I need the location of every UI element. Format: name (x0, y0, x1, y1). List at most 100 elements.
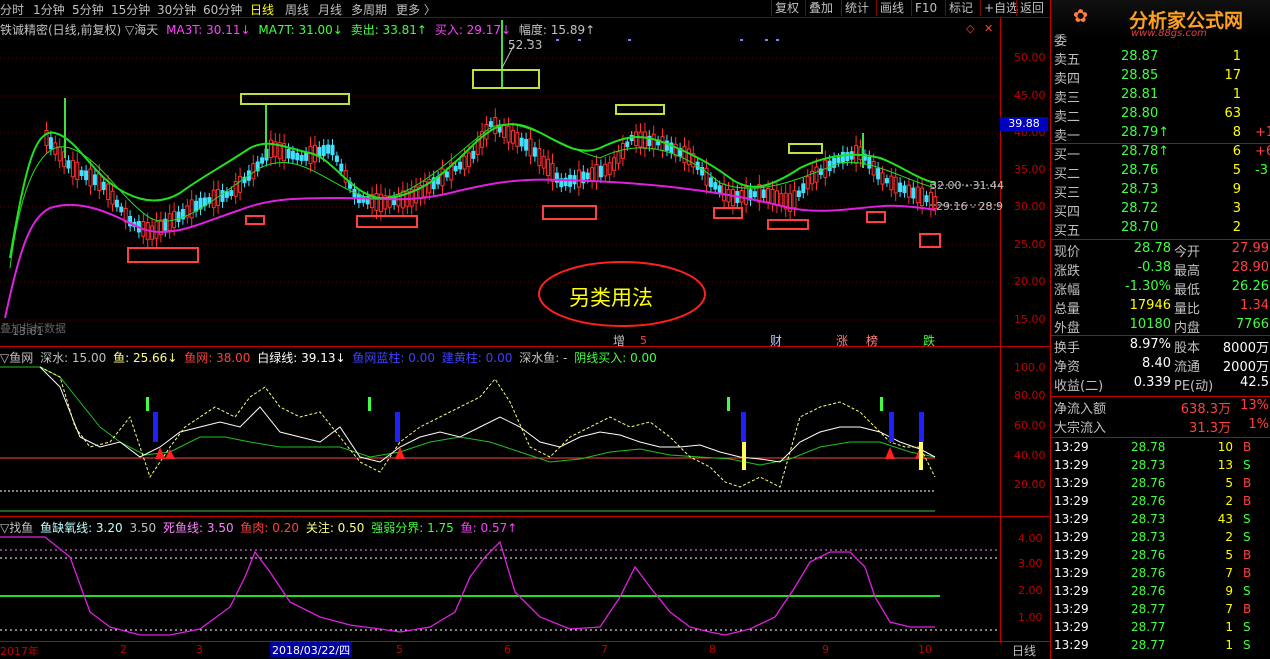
candle-body (519, 137, 524, 147)
y-tick: 60.00 (1014, 419, 1046, 432)
candle-body (858, 146, 863, 161)
period-tab-5min[interactable]: 5分钟 (72, 1, 104, 18)
tick-time: 13:29 (1054, 602, 1089, 616)
quote-value: 8000万 (1222, 341, 1269, 356)
candle-body (308, 145, 313, 165)
candle-body (220, 190, 225, 202)
date-axis: 2017年 2 3 2018/03/22/四 5 6 7 8 9 10 (0, 642, 1000, 659)
tick-volume: 5 (1225, 548, 1233, 562)
candle-body (97, 172, 102, 191)
candle-body (590, 167, 595, 182)
quote-row: 外盘 10180 内盘 7766 (1051, 317, 1270, 336)
adjust-button[interactable]: 复权 (771, 0, 802, 16)
tick-row: 13:29 28.78 10 B (1051, 440, 1270, 458)
date-label: 3 (196, 643, 203, 656)
period-tab-weekly[interactable]: 周线 (285, 1, 309, 18)
period-tab-more[interactable]: 更多 〉 (396, 1, 436, 18)
indicator2-chart (0, 536, 1000, 636)
date-label: 9 (822, 643, 829, 656)
candle-body (682, 145, 687, 164)
candle-body (876, 168, 881, 180)
candle-body (532, 147, 537, 157)
order-label: 买一 (1054, 148, 1081, 163)
tick-row: 13:29 28.76 5 B (1051, 476, 1270, 494)
stats-button[interactable]: 统计 (841, 0, 872, 16)
quote-label: 总量 (1054, 302, 1081, 317)
f10-button[interactable]: F10 (911, 0, 940, 16)
candle-body (920, 187, 925, 207)
tick-side: B (1243, 566, 1252, 580)
candle-body (304, 152, 309, 161)
quote-label: 现价 (1054, 245, 1081, 260)
tick-price: 28.76 (1131, 548, 1166, 562)
tick-row: 13:29 28.73 13 S (1051, 458, 1270, 476)
quote-value: 28.78 (1133, 241, 1171, 256)
candle-body (268, 139, 273, 158)
tick-price: 28.76 (1131, 584, 1166, 598)
period-tab-60min[interactable]: 60分钟 (203, 1, 242, 18)
tick-volume: 13 (1217, 458, 1233, 472)
quote-row: 总量 17946 量比 1.34 (1051, 298, 1270, 317)
period-tab-monthly[interactable]: 月线 (318, 1, 342, 18)
candle-body (378, 193, 383, 213)
period-tab-daily[interactable]: 日线 (250, 1, 274, 18)
candle-body (598, 165, 603, 178)
order-volume: 5 (1232, 163, 1241, 178)
candle-body (286, 148, 291, 159)
money-flow-row: 大宗流入 31.3万 1% (1051, 417, 1270, 436)
candle-body (805, 176, 810, 190)
date-label: 8 (709, 643, 716, 656)
quote-label: 净资 (1054, 360, 1081, 375)
y-tick: 15.00 (1014, 313, 1046, 326)
candle-body (502, 124, 507, 138)
candle-body (462, 155, 467, 170)
candle-body (524, 138, 529, 151)
axis-period-label[interactable]: 日线 (1012, 642, 1036, 659)
candle-body (792, 190, 797, 209)
period-tab-1min[interactable]: 1分钟 (33, 1, 65, 18)
y-tick: 80.00 (1014, 389, 1046, 402)
candle-body (154, 221, 159, 239)
period-tab-30min[interactable]: 30分钟 (157, 1, 196, 18)
order-book-sell-row: 卖三 28.81 1 (1051, 87, 1270, 106)
period-tab-timeshare[interactable]: 分时 (0, 1, 24, 18)
candle-body (106, 183, 111, 201)
tick-side: B (1243, 602, 1252, 616)
tick-row: 13:29 28.76 7 B (1051, 566, 1270, 584)
order-book-buy-row: 买三 28.73 9 (1051, 182, 1270, 201)
mark-button[interactable]: 标记 (945, 0, 976, 16)
candle-body (739, 190, 744, 203)
candle-body (79, 170, 84, 177)
quote-value: 8.97% (1129, 337, 1171, 352)
candle-body (779, 193, 784, 207)
period-tab-15min[interactable]: 15分钟 (111, 1, 150, 18)
back-button[interactable]: 返回 (1016, 0, 1047, 16)
quote-value: 2000万 (1222, 360, 1269, 375)
draw-button[interactable]: 画线 (876, 0, 907, 16)
tick-volume: 9 (1225, 584, 1233, 598)
order-volume: 6 (1232, 144, 1241, 159)
candlesticks (44, 20, 938, 249)
period-tab-multi[interactable]: 多周期 (351, 1, 387, 18)
candle-body (295, 152, 300, 161)
flow-label: 净流入额 (1054, 402, 1107, 417)
candle-body (167, 213, 172, 231)
money-flow-row: 净流入额 638.3万 13% (1051, 398, 1270, 417)
candle-body (321, 145, 326, 157)
order-price: 28.76 (1121, 163, 1159, 178)
y-tick: 1.00 (1018, 611, 1043, 624)
tick-volume: 1 (1225, 620, 1233, 634)
tick-side: S (1243, 512, 1251, 526)
event-mark[interactable]: 5 (640, 334, 647, 347)
overlay-button[interactable]: 叠加 (805, 0, 836, 16)
candle-body (75, 161, 80, 181)
candle-body (708, 177, 713, 188)
y-tick: 20.00 (1014, 275, 1046, 288)
candle-body (906, 184, 911, 198)
tick-price: 28.76 (1131, 494, 1166, 508)
add-watchlist-button[interactable]: +自选 (980, 0, 1021, 16)
date-label: 6 (504, 643, 511, 656)
order-book-sell-row: 卖四 28.85 17 (1051, 68, 1270, 87)
quote-value: 1.34 (1240, 298, 1269, 313)
order-volume: 8 (1232, 125, 1241, 140)
